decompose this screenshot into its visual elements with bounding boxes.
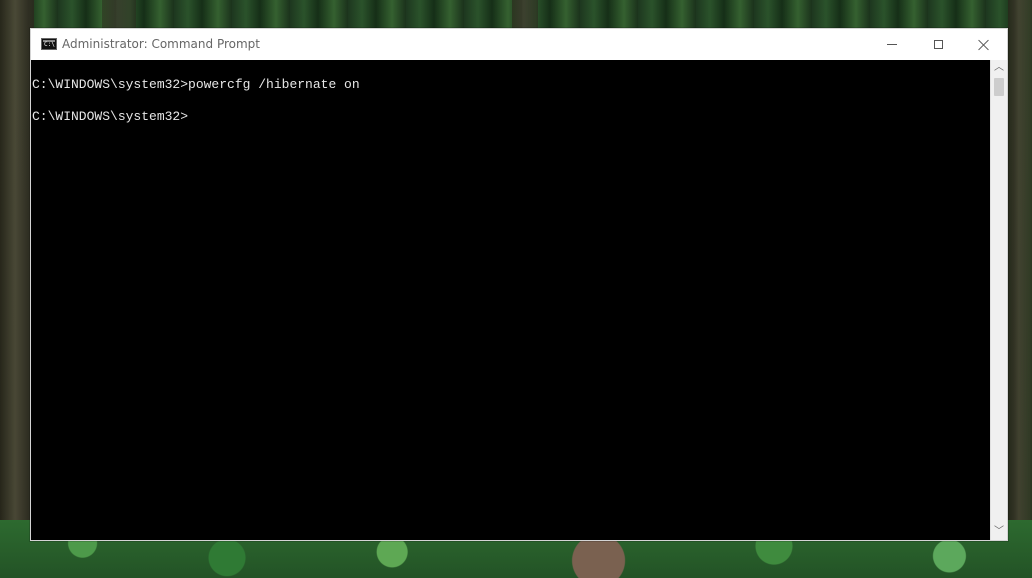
command-prompt-window[interactable]: Administrator: Command Prompt C:\WINDOWS…	[30, 28, 1008, 541]
tree-trunk-right	[1008, 0, 1032, 578]
scroll-thumb[interactable]	[994, 78, 1004, 96]
tree-trunk-left	[0, 0, 34, 578]
chevron-up-icon: ︿	[994, 62, 1004, 73]
minimize-button[interactable]	[869, 29, 915, 60]
vertical-scrollbar[interactable]: ︿ ﹀	[990, 60, 1007, 540]
close-icon	[978, 39, 990, 51]
maximize-icon	[933, 40, 943, 49]
window-caption-buttons	[869, 29, 1007, 60]
minimize-icon	[887, 44, 897, 45]
window-title: Administrator: Command Prompt	[62, 37, 260, 51]
chevron-down-icon: ﹀	[994, 526, 1004, 537]
console-line-prompt: C:\WINDOWS\system32>	[32, 109, 189, 124]
console-line-command: C:\WINDOWS\system32>powercfg /hibernate …	[32, 77, 360, 92]
scroll-up-button[interactable]: ︿	[991, 60, 1007, 76]
close-button[interactable]	[961, 29, 1007, 60]
maximize-button[interactable]	[915, 29, 961, 60]
scroll-down-button[interactable]: ﹀	[991, 524, 1007, 540]
command-prompt-icon	[41, 38, 57, 50]
window-titlebar[interactable]: Administrator: Command Prompt	[31, 29, 1007, 60]
console-output[interactable]: C:\WINDOWS\system32>powercfg /hibernate …	[31, 60, 990, 540]
